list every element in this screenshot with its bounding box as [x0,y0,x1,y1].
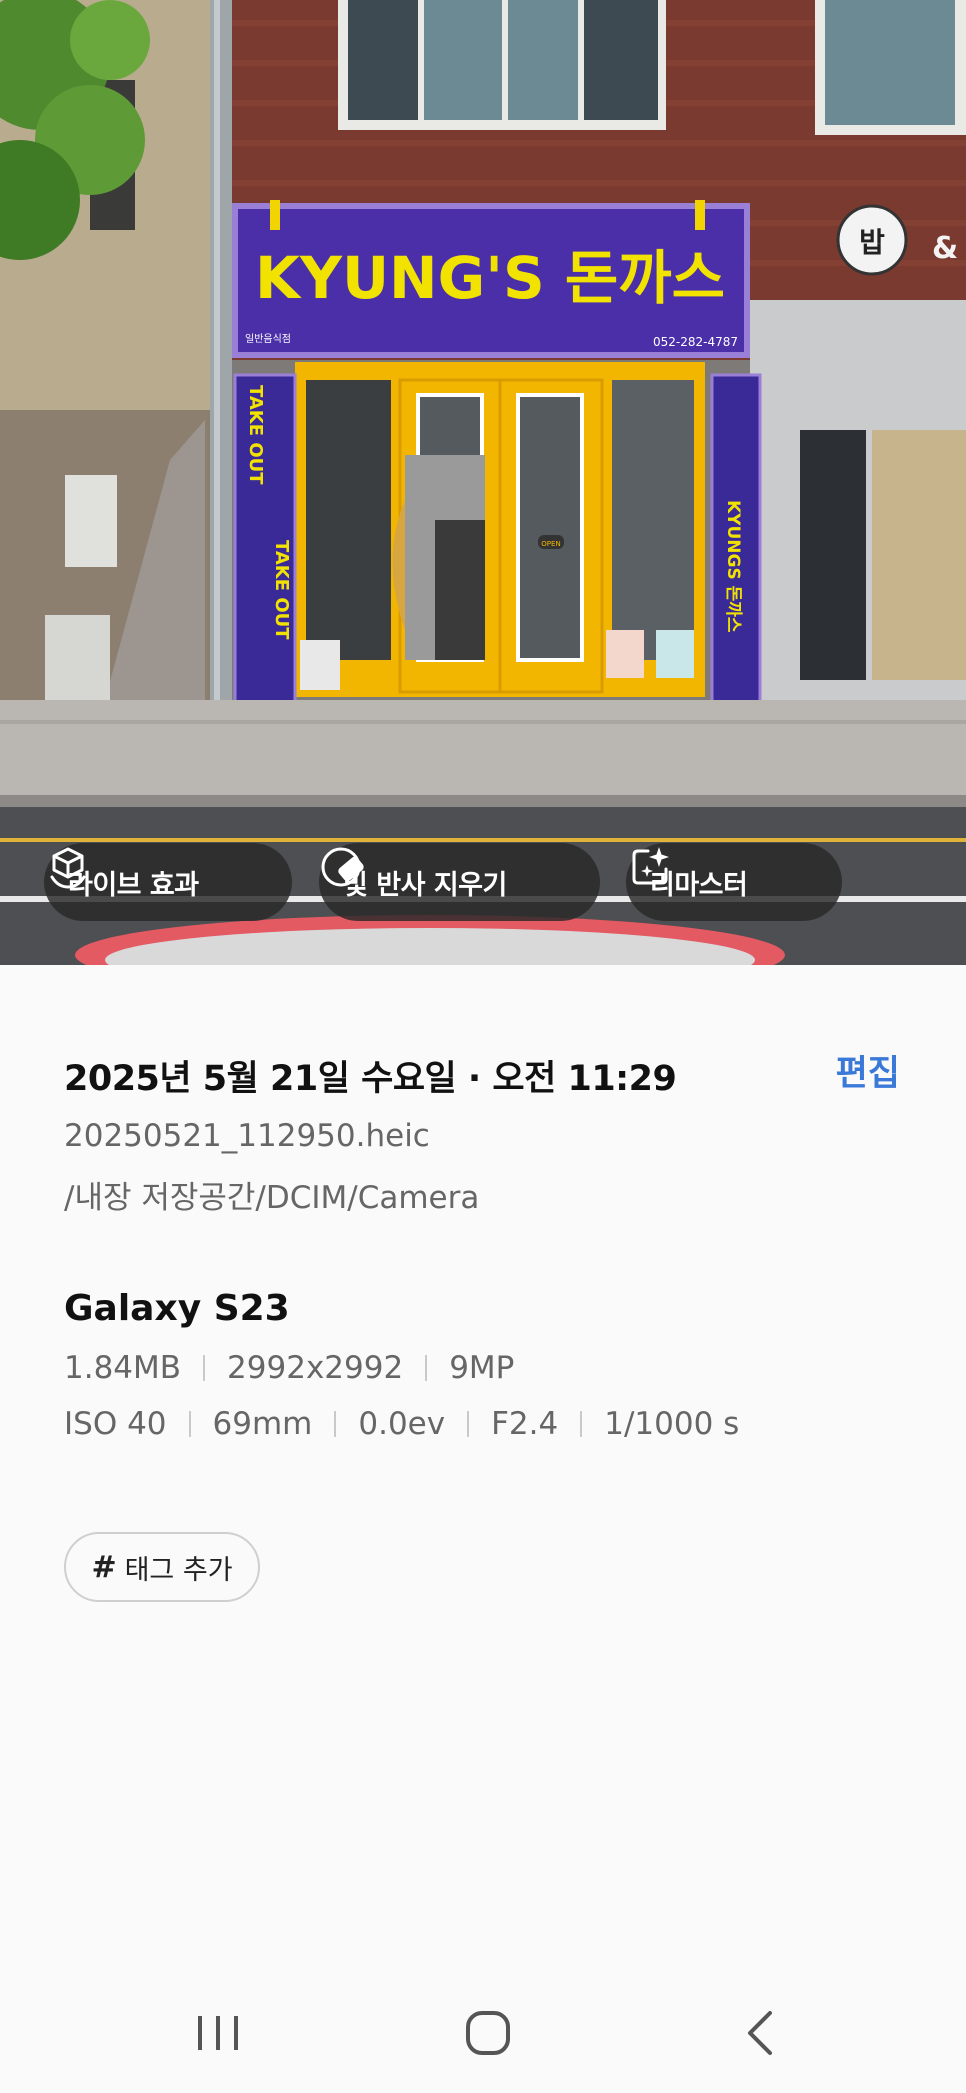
camera-specs-row: ISO 40 69mm 0.0ev F2.4 1/1000 s [64,1406,739,1442]
left-banner-bottom: TAKE OUT [271,540,292,640]
sign-phone: 052-282-4787 [653,335,738,349]
sparkle-frame-icon [632,847,669,885]
storefront-photo: 밥 & KYUNG'S 돈까스 일반음식점 052-282-4787 OPEN … [0,0,966,965]
divider [203,1355,206,1381]
left-banner-top: TAKE OUT [245,385,266,485]
device-name: Galaxy S23 [64,1288,290,1329]
remove-reflection-label: 빛 반사 지우기 [343,869,507,901]
file-specs-row: 1.84MB 2992x2992 9MP [64,1350,514,1386]
home-icon [466,2011,510,2055]
divider [467,1411,470,1437]
remove-reflection-button[interactable]: 빛 반사 지우기 [319,843,600,921]
recents-icon [198,2016,238,2050]
eraser-circle-icon [321,847,364,887]
back-button[interactable] [700,1973,820,2093]
file-name: 20250521_112950.heic [64,1118,430,1154]
focal-length: 69mm [212,1406,313,1442]
iso: ISO 40 [64,1406,167,1442]
neighbor-sign-text: 밥 [859,226,885,259]
file-size: 1.84MB [64,1350,182,1386]
live-effect-button[interactable]: 라이브 효과 [44,843,292,921]
back-icon [748,2011,772,2055]
photo-detail-screen: 밥 & KYUNG'S 돈까스 일반음식점 052-282-4787 OPEN … [0,0,966,2093]
divider [188,1411,191,1437]
edit-button[interactable]: 편집 [836,1045,900,1096]
exposure-value: 0.0ev [358,1406,446,1442]
right-banner: KYUNGS 돈까스 [723,500,743,633]
megapixels: 9MP [449,1350,515,1386]
remaster-button[interactable]: 리마스터 [626,843,842,921]
add-tag-label: 태그 추가 [124,1554,233,1586]
sign-title: KYUNG'S 돈까스 [255,244,725,312]
resolution: 2992x2992 [227,1350,404,1386]
svg-text:&: & [932,231,958,266]
cube-sparkle-icon [50,847,86,889]
door-sign: OPEN [541,540,560,548]
sign-category: 일반음식점 [245,333,291,345]
aperture: F2.4 [491,1406,559,1442]
divider [334,1411,337,1437]
add-tag-button[interactable]: # 태그 추가 [64,1532,260,1602]
system-nav-bar [0,1973,966,2093]
photo-preview[interactable]: 밥 & KYUNG'S 돈까스 일반음식점 052-282-4787 OPEN … [0,0,966,965]
divider [425,1355,428,1381]
photo-datetime: 2025년 5월 21일 수요일 · 오전 11:29 [64,1059,677,1099]
shutter-speed: 1/1000 s [604,1406,740,1442]
divider [580,1411,583,1437]
recents-button[interactable] [158,1973,278,2093]
file-path: /내장 저장공간/DCIM/Camera [64,1180,480,1216]
home-button[interactable] [428,1973,548,2093]
hash-icon: # [91,1549,117,1585]
